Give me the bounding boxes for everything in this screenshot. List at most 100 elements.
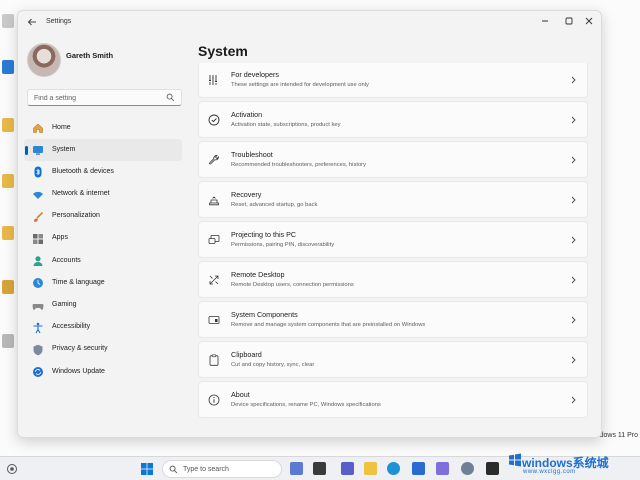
desktop-shortcut[interactable] bbox=[2, 226, 16, 240]
search-icon[interactable] bbox=[166, 93, 175, 102]
card-title: Recovery bbox=[231, 190, 262, 199]
desktop-shortcut[interactable] bbox=[2, 334, 16, 348]
minimize-icon bbox=[542, 20, 548, 22]
chevron-right-icon bbox=[571, 276, 576, 284]
chevron-right-icon bbox=[571, 116, 576, 124]
sidebar-item-label: Accounts bbox=[52, 256, 81, 264]
wrench-icon bbox=[209, 155, 219, 165]
sidebar-item-system[interactable]: System bbox=[24, 139, 182, 162]
selection-indicator bbox=[25, 146, 28, 156]
back-button[interactable] bbox=[26, 16, 38, 28]
windows-logo-icon bbox=[509, 453, 521, 467]
card-description: Permissions, pairing PIN, discoverabilit… bbox=[231, 242, 335, 248]
sidebar-item-personalization[interactable]: Personalization bbox=[24, 206, 182, 228]
card-title: Troubleshoot bbox=[231, 150, 273, 159]
edge-icon[interactable] bbox=[387, 462, 400, 475]
settings-gear-icon[interactable] bbox=[461, 462, 474, 475]
card-title: For developers bbox=[231, 70, 279, 79]
sidebar-item-windows-update[interactable]: Windows Update bbox=[24, 361, 182, 383]
sidebar-item-label: Windows Update bbox=[52, 367, 105, 375]
avatar[interactable] bbox=[27, 43, 61, 77]
title-bar[interactable]: Settings bbox=[18, 11, 601, 33]
settings-card-about[interactable]: About Device specifications, rename PC, … bbox=[198, 381, 588, 418]
sidebar-item-time-language[interactable]: Time & language bbox=[24, 272, 182, 294]
sidebar: Gareth Smith Home System Bluetooth & dev… bbox=[18, 35, 188, 435]
sidebar-item-label: Gaming bbox=[52, 301, 77, 308]
terminal-icon[interactable] bbox=[486, 462, 499, 475]
desktop-shortcut[interactable] bbox=[2, 118, 16, 132]
user-name: Gareth Smith bbox=[66, 51, 114, 60]
maximize-button[interactable] bbox=[561, 14, 577, 28]
card-description: Cut and copy history, sync, clear bbox=[231, 362, 315, 368]
settings-card-projecting[interactable]: Projecting to this PC Permissions, pairi… bbox=[198, 221, 588, 258]
desktop-shortcut[interactable] bbox=[2, 14, 16, 28]
start-icon[interactable] bbox=[140, 462, 154, 476]
card-description: Recommended troubleshooters, preferences… bbox=[231, 162, 367, 168]
settings-card-for-developers[interactable]: For developers These settings are intend… bbox=[198, 63, 588, 98]
settings-card-activation[interactable]: Activation Activation state, subscriptio… bbox=[198, 101, 588, 138]
sidebar-item-label: Bluetooth & devices bbox=[52, 167, 114, 175]
update-icon bbox=[33, 367, 43, 378]
sidebar-item-gaming[interactable]: Gaming bbox=[24, 295, 182, 317]
sidebar-item-label: Apps bbox=[52, 234, 68, 242]
card-title: Projecting to this PC bbox=[231, 230, 297, 239]
brush-icon bbox=[34, 211, 44, 222]
maximize-icon bbox=[565, 17, 573, 25]
photos-icon[interactable] bbox=[436, 462, 449, 475]
copilot-icon[interactable] bbox=[290, 462, 303, 475]
shield-icon bbox=[33, 344, 43, 356]
apps-icon bbox=[33, 233, 43, 244]
weather-icon[interactable] bbox=[6, 463, 18, 475]
settings-window: Settings Gareth Smith Home System bbox=[17, 10, 602, 438]
settings-card-remote-desktop[interactable]: Remote Desktop Remote Desktop users, con… bbox=[198, 261, 588, 298]
taskbar-search[interactable]: Type to search bbox=[162, 460, 282, 478]
store-icon[interactable] bbox=[412, 462, 425, 475]
settings-card-system-components[interactable]: System Components Remove and manage syst… bbox=[198, 301, 588, 338]
taskbar-search-placeholder: Type to search bbox=[183, 466, 229, 473]
desktop-shortcut[interactable] bbox=[2, 280, 16, 294]
desktop-shortcut[interactable] bbox=[2, 60, 16, 74]
task-view-icon[interactable] bbox=[313, 462, 326, 475]
recovery-icon bbox=[209, 196, 219, 206]
sidebar-item-apps[interactable]: Apps bbox=[24, 228, 182, 250]
developer-tools-icon bbox=[209, 75, 217, 85]
sidebar-item-label: Accessibility bbox=[52, 323, 91, 331]
chevron-right-icon bbox=[571, 156, 576, 164]
teams-icon[interactable] bbox=[341, 462, 354, 475]
sidebar-item-accessibility[interactable]: Accessibility bbox=[24, 317, 182, 339]
close-icon bbox=[585, 17, 593, 25]
gamepad-icon bbox=[32, 303, 44, 310]
sidebar-item-bluetooth-devices[interactable]: Bluetooth & devices bbox=[24, 161, 182, 183]
sidebar-item-privacy-security[interactable]: Privacy & security bbox=[24, 339, 182, 361]
settings-card-clipboard[interactable]: Clipboard Cut and copy history, sync, cl… bbox=[198, 341, 588, 378]
chevron-right-icon bbox=[571, 76, 576, 84]
activation-check-icon bbox=[208, 114, 220, 126]
settings-card-troubleshoot[interactable]: Troubleshoot Recommended troubleshooters… bbox=[198, 141, 588, 178]
settings-list[interactable]: For developers These settings are intend… bbox=[198, 63, 588, 437]
chevron-right-icon bbox=[571, 236, 576, 244]
sidebar-item-label: Network & internet bbox=[52, 190, 110, 198]
accessibility-icon bbox=[33, 322, 43, 333]
chevron-right-icon bbox=[571, 356, 576, 364]
system-components-icon bbox=[208, 316, 220, 324]
wifi-icon bbox=[33, 191, 43, 199]
close-button[interactable] bbox=[581, 14, 597, 28]
minimize-button[interactable] bbox=[537, 14, 553, 28]
clipboard-icon bbox=[209, 354, 219, 366]
desktop-shortcut[interactable] bbox=[2, 174, 16, 188]
projecting-icon bbox=[208, 235, 220, 244]
sidebar-item-home[interactable]: Home bbox=[24, 117, 182, 139]
file-explorer-icon[interactable] bbox=[364, 462, 377, 475]
sidebar-item-network[interactable]: Network & internet bbox=[24, 184, 182, 206]
search-input[interactable] bbox=[34, 93, 164, 103]
remote-desktop-icon bbox=[209, 275, 219, 285]
sidebar-item-accounts[interactable]: Accounts bbox=[24, 250, 182, 272]
search-box[interactable] bbox=[27, 89, 182, 106]
sidebar-item-label: Time & language bbox=[52, 278, 105, 286]
search-icon bbox=[169, 465, 178, 474]
settings-card-recovery[interactable]: Recovery Reset, advanced startup, go bac… bbox=[198, 181, 588, 218]
clock-globe-icon bbox=[33, 278, 43, 289]
back-arrow-icon bbox=[27, 18, 36, 26]
sidebar-item-label: System bbox=[52, 145, 76, 153]
card-title: System Components bbox=[231, 310, 298, 319]
